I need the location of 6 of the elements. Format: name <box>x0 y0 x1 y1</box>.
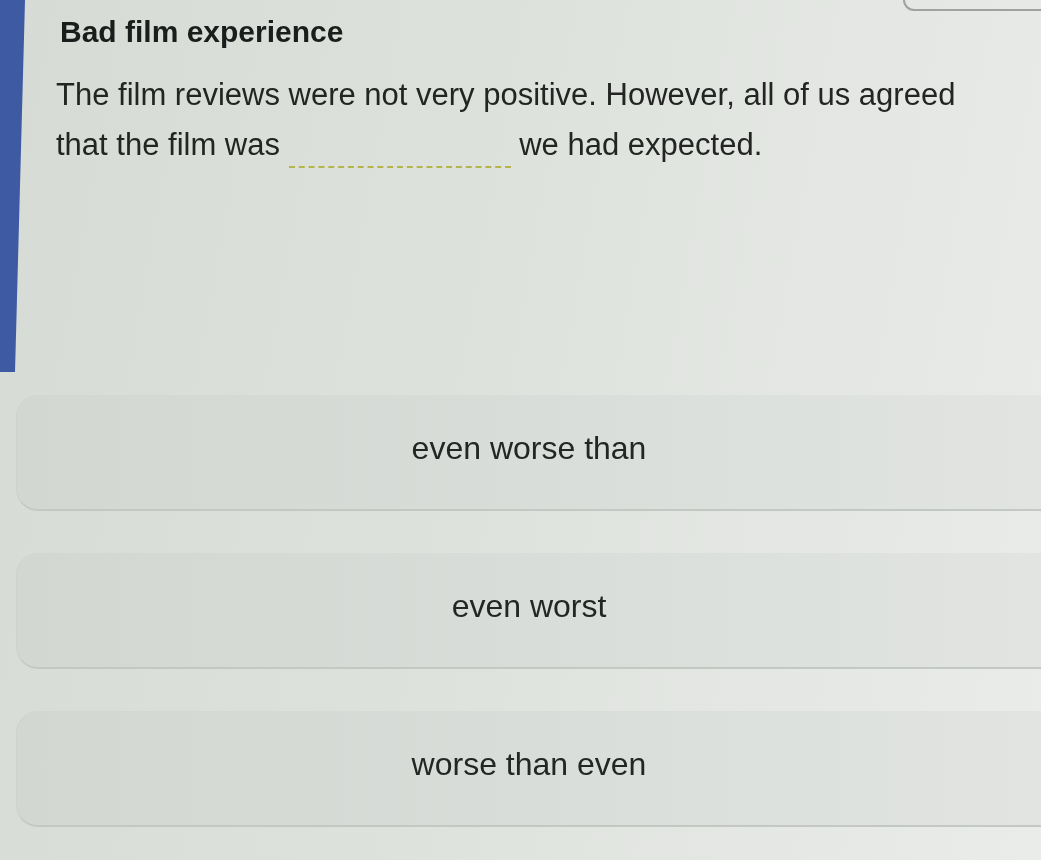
top-button[interactable] <box>903 0 1041 11</box>
answer-option[interactable]: worse than even <box>16 711 1041 827</box>
answer-option[interactable]: even worst <box>16 553 1041 669</box>
question-title: Bad film experience <box>60 14 344 50</box>
question-text: The film reviews were not very positive. However, all of us agreed that the film was we had expected. <box>56 70 1001 170</box>
answer-option[interactable]: even worse than <box>16 395 1041 511</box>
